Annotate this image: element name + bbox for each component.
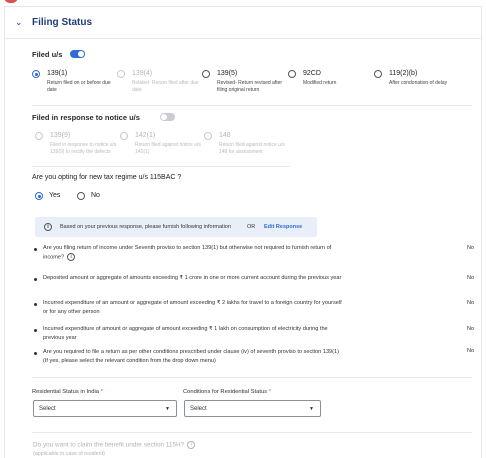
required-mark: *	[268, 389, 271, 395]
required-mark: *	[100, 389, 103, 395]
divider	[32, 166, 290, 167]
filed-us-toggle[interactable]	[70, 50, 85, 58]
divider	[32, 432, 472, 433]
conditions-label: Conditions for Residential Status *	[183, 389, 271, 395]
section-title: Filing Status	[32, 17, 92, 28]
radio-139-4[interactable]	[117, 70, 125, 78]
question-text-2: Deposited amount or aggregate of amounts…	[43, 275, 342, 281]
option-desc-148: Return filed against notice u/s 148 for …	[219, 142, 285, 155]
regime-question: Are you opting for new tax regime u/s 11…	[32, 174, 182, 181]
option-title-139-1: 139(1)	[47, 70, 68, 77]
filing-status-card: ⌄ Filing Status Filed u/s 139(1) Return …	[4, 6, 482, 458]
radio-148[interactable]	[204, 132, 212, 140]
option-title-139-4: 139(4)	[132, 70, 153, 77]
radio-139-9[interactable]	[35, 132, 43, 140]
filed-us-label: Filed u/s	[32, 50, 63, 59]
answer-3: No	[467, 300, 475, 306]
section-115h-sub: (applicable in case of resident)	[33, 451, 105, 457]
section-header[interactable]: ⌄ Filing Status	[5, 7, 481, 39]
option-desc-139-1: Return filed on or before due date	[47, 80, 111, 93]
bullet	[34, 248, 37, 251]
answer-5: No	[467, 348, 475, 354]
scrollbar-edge	[481, 6, 482, 458]
radio-regime-yes[interactable]	[35, 192, 43, 200]
radio-92cd[interactable]	[288, 70, 296, 78]
bullet	[34, 303, 37, 306]
section-115h-question: Do you want to claim the benefit under s…	[33, 441, 196, 449]
option-desc-139-9: Filed in response to notice u/s 139(9) t…	[50, 142, 117, 155]
option-title-119-2-b: 119(2)(b)	[389, 70, 418, 77]
option-desc-142-1: Return filed against notice u/s 142(1)	[135, 142, 201, 155]
option-title-148: 148	[219, 132, 231, 139]
question-text: Are you filing return of income under Se…	[43, 244, 343, 262]
toggle-knob	[161, 114, 167, 120]
info-banner: i Based on your previous response, pleas…	[35, 217, 317, 237]
edit-response-link[interactable]: Edit Response	[264, 224, 302, 230]
info-icon: i	[44, 223, 52, 231]
help-icon[interactable]: i	[67, 253, 76, 261]
radio-119-2-b[interactable]	[374, 70, 382, 78]
answer-2: No	[467, 275, 475, 281]
conditions-value: Select	[190, 406, 207, 412]
divider	[32, 105, 472, 106]
toggle-knob	[78, 51, 84, 57]
option-title-139-5: 139(5)	[217, 70, 238, 77]
bullet	[34, 278, 37, 281]
section-115h-text: Do you want to claim the benefit under s…	[33, 441, 185, 449]
regime-yes-label: Yes	[49, 192, 61, 199]
notice-label: Filed in response to notice u/s	[32, 113, 140, 122]
notice-toggle[interactable]	[160, 113, 175, 121]
option-title-142-1: 142(1)	[135, 132, 156, 139]
info-or: OR	[247, 224, 256, 230]
option-desc-139-5: Revised- Return revised after filing ori…	[217, 80, 283, 93]
info-text: Based on your previous response, please …	[60, 224, 231, 230]
caret-down-icon: ▼	[165, 406, 170, 412]
regime-no-label: No	[91, 192, 100, 199]
option-desc-139-4: Belated- Return filed after due date	[132, 80, 199, 93]
option-desc-92cd: Modified return	[303, 80, 337, 86]
option-desc-119-2-b: After condonation of delay	[389, 80, 448, 86]
residential-status-label-text: Residential Status in India	[32, 389, 100, 395]
option-title-139-9: 139(9)	[50, 132, 71, 139]
residential-status-value: Select	[39, 406, 56, 412]
question-text-5: Are you required to file a return as per…	[43, 349, 340, 364]
question-text-3: Incurred expenditure of an amount or agg…	[43, 300, 342, 315]
chevron-down-icon[interactable]: ⌄	[15, 17, 23, 28]
brand-mark	[4, 0, 18, 3]
radio-regime-no[interactable]	[77, 192, 85, 200]
radio-139-1[interactable]	[32, 70, 40, 78]
radio-142-1[interactable]	[120, 132, 128, 140]
answer-4: No	[467, 326, 475, 332]
radio-139-5[interactable]	[202, 70, 210, 78]
question-text-1: Are you filing return of income under Se…	[43, 245, 332, 261]
bullet	[34, 329, 37, 332]
bullet	[34, 352, 37, 355]
caret-down-icon: ▼	[309, 406, 314, 412]
option-title-92cd: 92CD	[303, 70, 321, 77]
conditions-label-text: Conditions for Residential Status	[183, 389, 268, 395]
residential-status-label: Residential Status in India *	[32, 389, 103, 395]
divider	[32, 377, 472, 378]
answer-1: No	[467, 245, 475, 251]
residential-status-select[interactable]: Select ▼	[33, 400, 177, 417]
help-icon[interactable]: i	[187, 441, 196, 449]
question-text-4: Incurred expenditure of amount or aggreg…	[43, 326, 328, 341]
conditions-select[interactable]: Select ▼	[184, 400, 321, 417]
